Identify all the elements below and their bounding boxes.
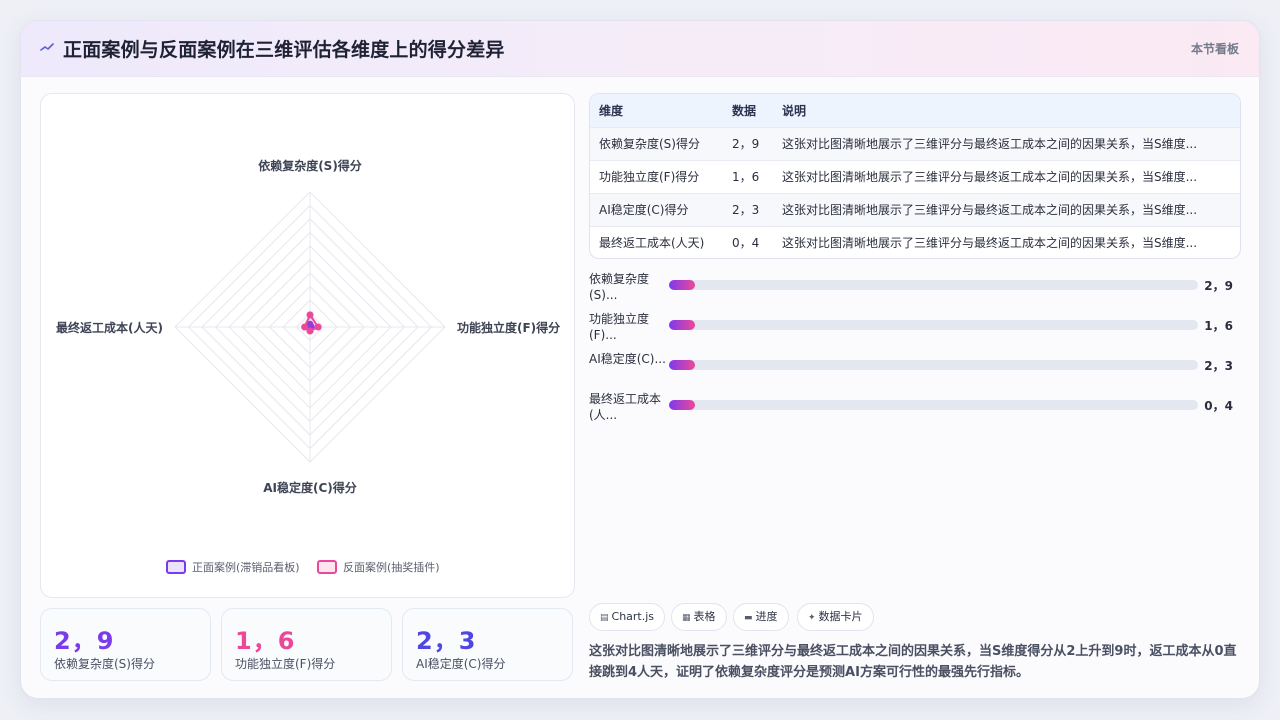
table-header-cell: 说明: [773, 94, 1240, 127]
progress-track: [669, 280, 1198, 290]
table-cell: 1，6: [723, 159, 773, 193]
stat-label: 依赖复杂度(S)得分: [54, 657, 155, 671]
radar-chart-panel: 依赖复杂度(S)得分功能独立度(F)得分 AI稳定度(C)得分 最终返工成本(人天)…: [40, 93, 575, 598]
stat-value: 2，9: [54, 627, 115, 655]
section-board-link[interactable]: 本节看板: [1191, 40, 1239, 57]
radar-data-point: [301, 323, 309, 331]
progress-value: 1，6: [1204, 319, 1233, 333]
radar-axis-label: 依赖复杂度(S)得分: [258, 158, 362, 173]
stat-label: 功能独立度(F)得分: [235, 657, 336, 671]
progress-fill: [669, 280, 696, 290]
table-cell: 这张对比图清晰地展示了三维评分与最终返工成本之间的因果关系，当S维度...: [773, 225, 1240, 258]
radar-axis-label: 最终返工成本(人天): [56, 320, 163, 335]
progress-track: [669, 400, 1198, 410]
radar-axis-label: AI稳定度(C)得分: [263, 480, 357, 495]
table-row: 最终返工成本(人天) 0，4 这张对比图清晰地展示了三维评分与最终返工成本之间的…: [590, 225, 1240, 258]
table-cell: 2，9: [723, 126, 773, 160]
header-bar: 正面案例与反面案例在三维评估各维度上的得分差异 本节看板: [21, 21, 1259, 77]
progress-row: 最终返工成本(人... 0，4: [589, 391, 1241, 422]
progress-fill: [669, 360, 696, 370]
table-header-row: 维度 数据 说明: [590, 94, 1240, 127]
stat-label: AI稳定度(C)得分: [416, 657, 506, 671]
chip-label: 表格: [693, 610, 716, 623]
radar-data-point: [314, 323, 322, 331]
data-table: 维度 数据 说明 依赖复杂度(S)得分 2，9 这张对比图清晰地展示了三维评分与…: [589, 93, 1241, 259]
progress-label: AI稳定度(C)...: [589, 352, 666, 366]
legend-label: 正面案例(滞销品看板): [192, 560, 300, 574]
progress-fill: [669, 320, 696, 330]
table-row: 功能独立度(F)得分 1，6 这张对比图清晰地展示了三维评分与最终返工成本之间的…: [590, 159, 1240, 193]
table-cell: 依赖复杂度(S)得分: [590, 126, 723, 160]
sparkle-icon: ✦: [808, 613, 816, 623]
legend-swatch: [166, 560, 186, 574]
table-cell: 这张对比图清晰地展示了三维评分与最终返工成本之间的因果关系，当S维度...: [773, 192, 1240, 226]
page-title: 正面案例与反面案例在三维评估各维度上的得分差异: [63, 39, 505, 61]
legend-label: 反面案例(抽奖插件): [343, 560, 440, 574]
progress-fill: [669, 400, 696, 410]
radar-chart: 依赖复杂度(S)得分功能独立度(F)得分 AI稳定度(C)得分 最终返工成本(人天)…: [56, 158, 560, 574]
table-cell: 这张对比图清晰地展示了三维评分与最终返工成本之间的因果关系，当S维度...: [773, 159, 1240, 193]
progress-value: 2，9: [1204, 279, 1233, 293]
progress-row: 功能独立度(F)... 1，6: [589, 311, 1241, 342]
table-cell: 最终返工成本(人天): [590, 225, 723, 258]
progress-icon: ▬: [744, 613, 753, 623]
table-row: AI稳定度(C)得分 2，3 这张对比图清晰地展示了三维评分与最终返工成本之间的…: [590, 192, 1240, 226]
legend-swatch: [317, 560, 337, 574]
dashboard-card: 正面案例与反面案例在三维评估各维度上的得分差异 本节看板 依赖复杂度(S)得分功…: [20, 20, 1260, 699]
chip-label: Chart.js: [611, 610, 655, 623]
table-cell: 2，3: [723, 192, 773, 226]
chip-progress[interactable]: ▬ 进度: [733, 603, 789, 631]
sparkline-icon: [40, 43, 54, 51]
progress-label: 依赖复杂度(S)...: [589, 272, 650, 302]
progress-row: AI稳定度(C)... 2，3: [589, 351, 1241, 381]
chip-table[interactable]: ▦ 表格: [671, 603, 727, 631]
table-row: 依赖复杂度(S)得分 2，9 这张对比图清晰地展示了三维评分与最终返工成本之间的…: [590, 126, 1240, 160]
stat-card-s: 2，9 依赖复杂度(S)得分: [40, 608, 211, 681]
summary-text: 这张对比图清晰地展示了三维评分与最终返工成本之间的因果关系，当S维度得分从2上升…: [589, 644, 1237, 680]
radar-data-point: [306, 311, 314, 319]
progress-value: 0，4: [1204, 399, 1233, 413]
stat-value: 1，6: [235, 627, 296, 655]
table-cell: 0，4: [723, 225, 773, 258]
chip-data-card[interactable]: ✦ 数据卡片: [797, 603, 874, 631]
table-cell: 这张对比图清晰地展示了三维评分与最终返工成本之间的因果关系，当S维度...: [773, 126, 1240, 160]
stat-card-f: 1，6 功能独立度(F)得分: [221, 608, 392, 681]
progress-bars: 依赖复杂度(S)... 2，9 功能独立度(F)... 1，6 AI稳定度(C)…: [589, 271, 1241, 431]
table-header-cell: 数据: [723, 94, 773, 127]
table-icon: ▦: [682, 613, 691, 623]
progress-row: 依赖复杂度(S)... 2，9: [589, 271, 1241, 302]
progress-track: [669, 360, 1198, 370]
table-header-cell: 维度: [590, 94, 723, 127]
stat-card-c: 2，3 AI稳定度(C)得分: [402, 608, 573, 681]
chip-label: 进度: [755, 610, 778, 623]
progress-track: [669, 320, 1198, 330]
chip-label: 数据卡片: [818, 610, 863, 623]
chip-chartjs[interactable]: ▤ Chart.js: [589, 603, 666, 631]
progress-label: 最终返工成本(人...: [589, 392, 662, 422]
radar-axis-label: 功能独立度(F)得分: [457, 320, 560, 335]
table-cell: 功能独立度(F)得分: [590, 159, 723, 193]
chart-icon: ▤: [600, 613, 609, 623]
stat-value: 2，3: [416, 627, 477, 655]
progress-label: 功能独立度(F)...: [589, 312, 650, 342]
table-cell: AI稳定度(C)得分: [590, 192, 723, 226]
progress-value: 2，3: [1204, 359, 1233, 373]
